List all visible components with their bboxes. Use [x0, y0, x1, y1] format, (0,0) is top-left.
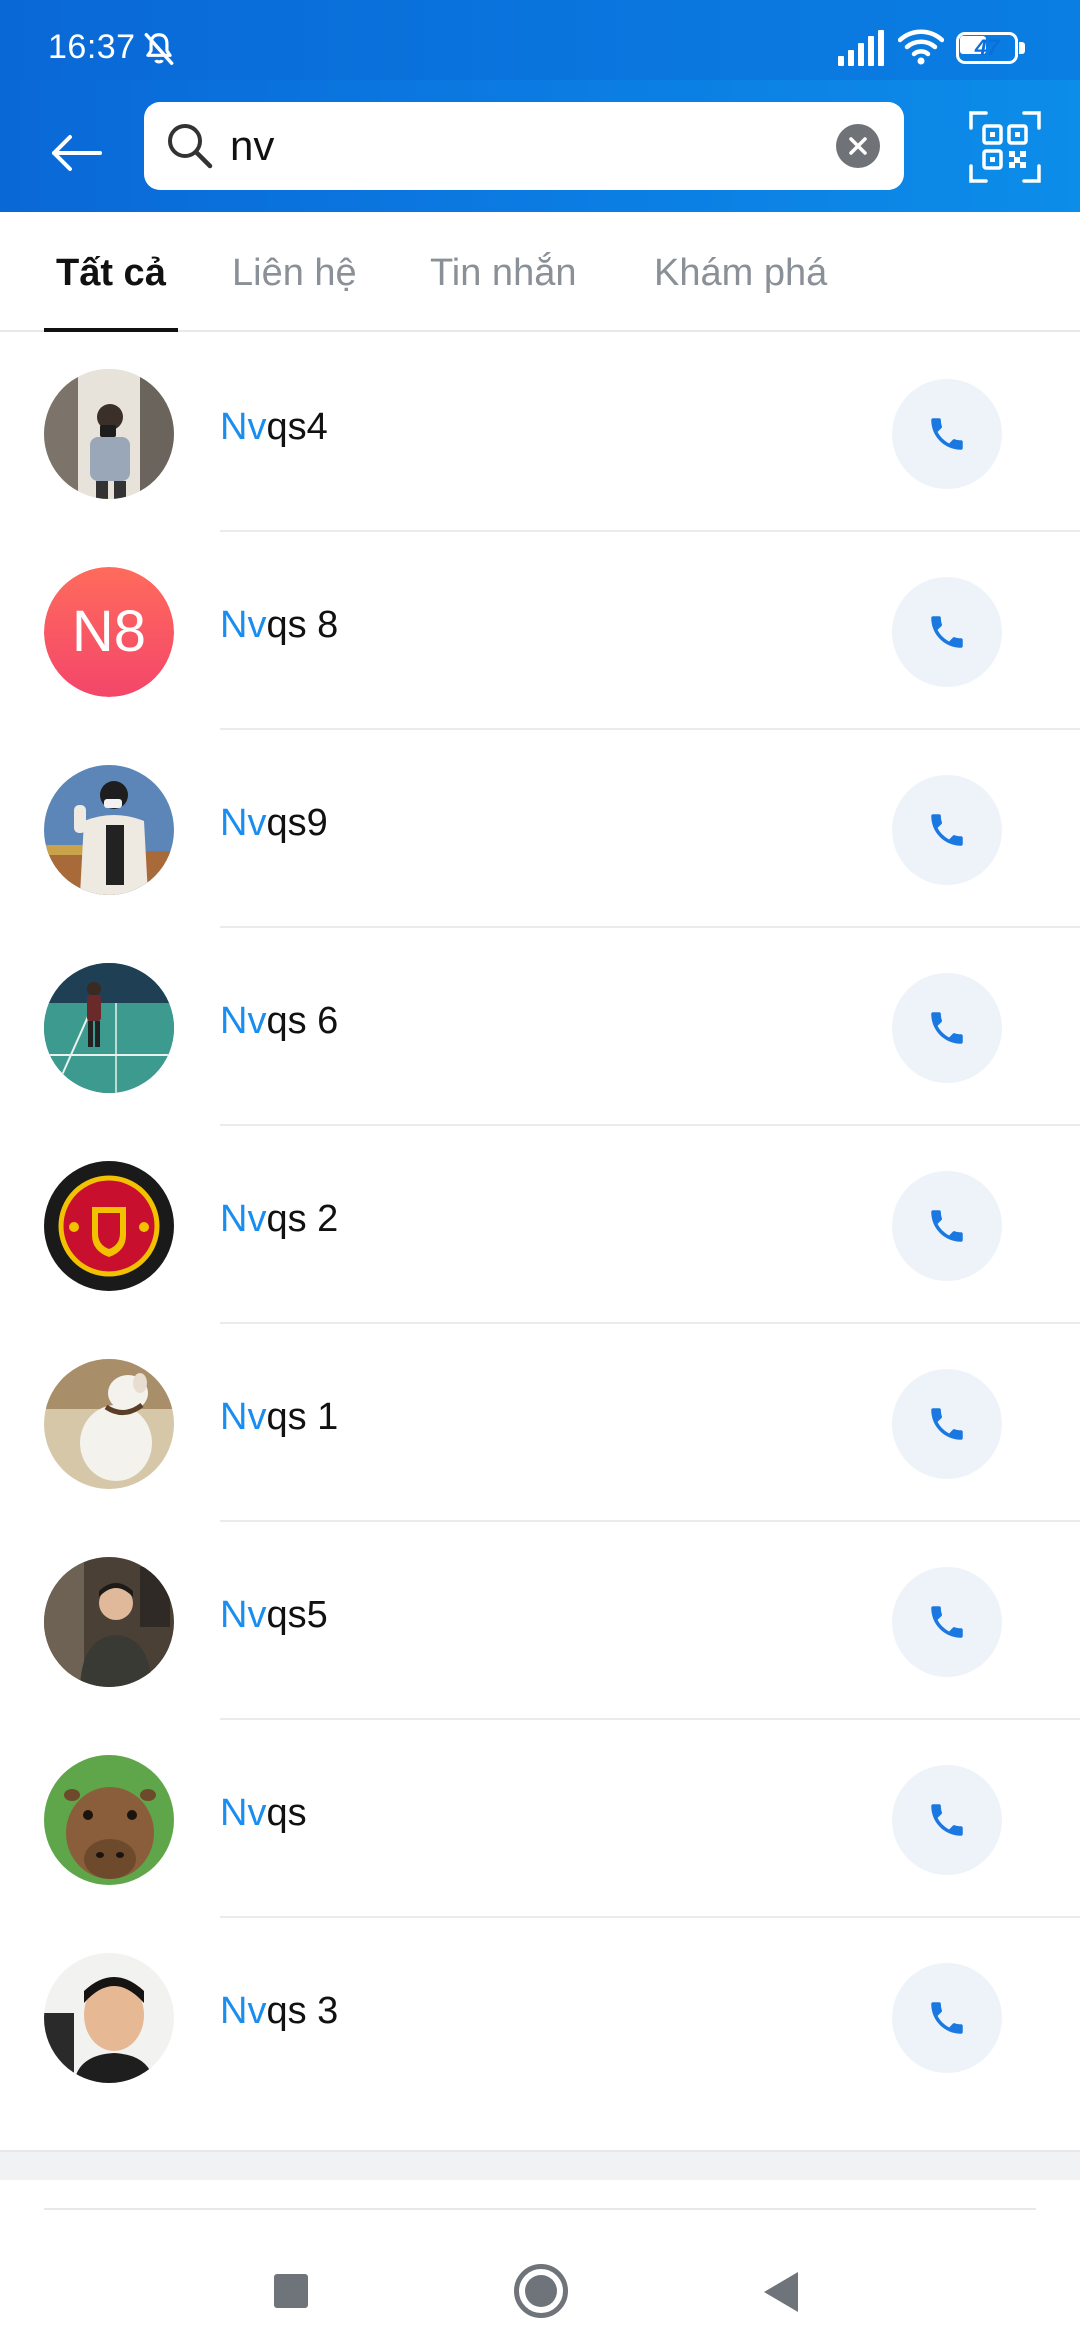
mute-bell-icon [144, 33, 174, 65]
avatar [44, 369, 174, 499]
wifi-icon [898, 29, 944, 65]
search-icon [168, 124, 213, 169]
phone-icon [931, 1606, 963, 1638]
contact-name: Nvqs9 [220, 802, 328, 844]
contact-row[interactable]: Nvqs [0, 1720, 1080, 1918]
avatar [44, 1755, 174, 1885]
call-button[interactable] [892, 1171, 1002, 1281]
contact-row[interactable]: Nvqs5 [0, 1522, 1080, 1720]
search-input[interactable] [230, 112, 790, 180]
phone-icon [931, 1012, 963, 1044]
battery-level: 47 [974, 35, 1000, 60]
contact-name: Nvqs4 [220, 406, 328, 448]
contact-name: Nvqs 6 [220, 1000, 339, 1042]
avatar [44, 1359, 174, 1489]
tab-bar: Tất cả Liên hệ Tin nhắn Khám phá [0, 212, 1080, 332]
search-box[interactable] [144, 102, 904, 190]
avatar-initials: N8 [44, 567, 174, 697]
phone-icon [931, 814, 963, 846]
battery-icon: 47 [956, 32, 1026, 64]
call-button[interactable] [892, 577, 1002, 687]
call-button[interactable] [892, 973, 1002, 1083]
phone-icon [931, 2002, 963, 2034]
call-button[interactable] [892, 379, 1002, 489]
active-tab-indicator [44, 328, 178, 332]
contact-name: Nvqs 1 [220, 1396, 339, 1438]
phone-icon [931, 1210, 963, 1242]
qr-scan-icon[interactable] [968, 110, 1042, 184]
contact-name: Nvqs 8 [220, 604, 339, 646]
contact-name: Nvqs 3 [220, 1990, 339, 2032]
phone-icon [931, 1804, 963, 1836]
avatar [44, 1557, 174, 1687]
contact-row[interactable]: Nvqs 1 [0, 1324, 1080, 1522]
recent-apps-icon[interactable] [274, 2274, 308, 2308]
clear-search-button[interactable] [836, 124, 880, 168]
call-button[interactable] [892, 1765, 1002, 1875]
contact-row[interactable]: Nvqs 2 [0, 1126, 1080, 1324]
back-button[interactable] [38, 114, 116, 192]
call-button[interactable] [892, 1963, 1002, 2073]
contact-name: Nvqs [220, 1792, 307, 1834]
call-button[interactable] [892, 775, 1002, 885]
contact-list: Nvqs4 N8 Nvqs 8 Nvqs9 Nvqs 6 Nvqs 2 Nvqs… [0, 334, 1080, 2150]
contact-name: Nvqs 2 [220, 1198, 339, 1240]
contact-row[interactable]: Nvqs9 [0, 730, 1080, 928]
signal-icon [838, 30, 884, 66]
contact-name: Nvqs5 [220, 1594, 328, 1636]
phone-icon [931, 418, 963, 450]
avatar [44, 963, 174, 1093]
back-arrow-icon [52, 135, 102, 171]
tab-messages[interactable]: Tin nhắn [430, 252, 576, 295]
status-time: 16:37 [48, 28, 136, 66]
status-bar: 16:37 47 [0, 0, 1080, 80]
list-end-spacer [0, 2150, 1080, 2180]
avatar [44, 1953, 174, 2083]
back-triangle-icon[interactable] [764, 2272, 798, 2312]
call-button[interactable] [892, 1369, 1002, 1479]
clear-icon [849, 137, 867, 155]
system-nav-bar [0, 2212, 1080, 2340]
contact-row[interactable]: Nvqs 6 [0, 928, 1080, 1126]
tab-all[interactable]: Tất cả [56, 252, 166, 295]
divider [44, 2208, 1036, 2210]
avatar: N8 [44, 567, 174, 697]
contact-row[interactable]: Nvqs4 [0, 334, 1080, 532]
search-header [0, 80, 1080, 212]
contact-row[interactable]: Nvqs 3 [0, 1918, 1080, 2116]
contact-row[interactable]: N8 Nvqs 8 [0, 532, 1080, 730]
avatar [44, 765, 174, 895]
tab-contacts[interactable]: Liên hệ [232, 252, 357, 295]
tab-discover[interactable]: Khám phá [654, 252, 827, 295]
call-button[interactable] [892, 1567, 1002, 1677]
home-icon[interactable] [514, 2264, 568, 2318]
avatar [44, 1161, 174, 1291]
phone-icon [931, 616, 963, 648]
phone-icon [931, 1408, 963, 1440]
